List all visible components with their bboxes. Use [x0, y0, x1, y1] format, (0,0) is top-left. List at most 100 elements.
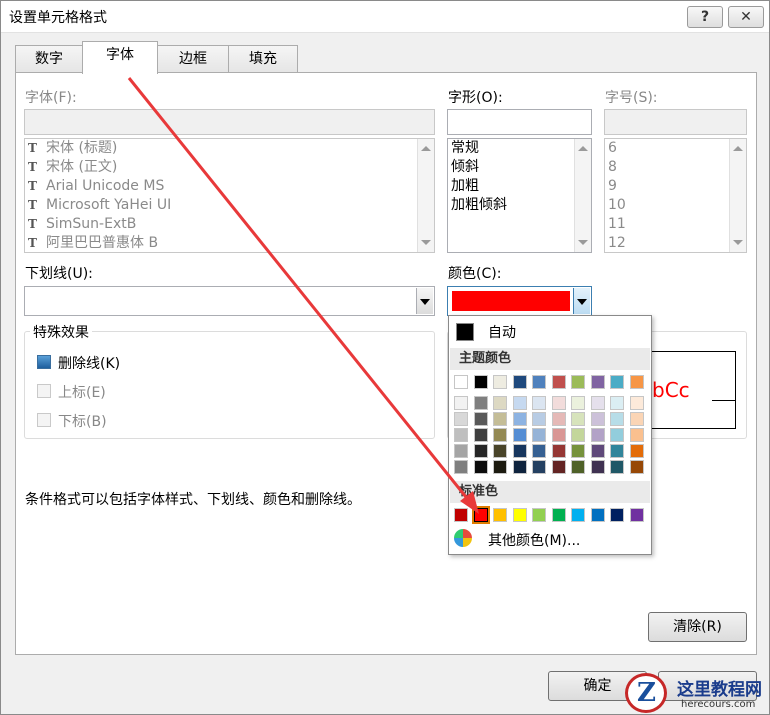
clear-button[interactable]: 清除(R) [648, 612, 747, 642]
theme-shade-swatch[interactable] [590, 428, 605, 442]
theme-shade-swatch[interactable] [551, 444, 566, 458]
standard-color-swatch[interactable] [471, 506, 490, 524]
theme-shade-swatch[interactable] [610, 412, 624, 426]
theme-shade-swatch[interactable] [590, 460, 605, 474]
theme-shade-swatch[interactable] [493, 460, 507, 474]
theme-shade-swatch[interactable] [590, 444, 605, 458]
standard-color-swatch[interactable] [551, 508, 566, 522]
theme-shade-swatch[interactable] [571, 444, 585, 458]
theme-shade-swatch[interactable] [629, 428, 644, 442]
tab-font[interactable]: 字体 [82, 41, 158, 74]
chevron-down-icon[interactable] [573, 288, 590, 314]
list-item[interactable]: 加粗 [448, 177, 591, 196]
style-input[interactable] [447, 109, 592, 135]
standard-color-swatch[interactable] [493, 508, 507, 522]
underline-combo[interactable] [24, 286, 435, 316]
list-item[interactable]: 倾斜 [448, 158, 591, 177]
theme-shade-swatch[interactable] [532, 444, 546, 458]
theme-shade-swatch[interactable] [590, 396, 605, 410]
standard-color-swatch[interactable] [610, 508, 624, 522]
standard-color-swatch[interactable] [512, 508, 527, 522]
theme-shade-swatch[interactable] [512, 396, 527, 410]
strikethrough-checkbox[interactable] [37, 355, 51, 369]
auto-color-label[interactable]: 自动 [488, 322, 516, 342]
theme-color-swatch[interactable] [512, 375, 527, 389]
theme-shade-swatch[interactable] [551, 412, 566, 426]
theme-shade-swatch[interactable] [532, 428, 546, 442]
theme-shade-swatch[interactable] [473, 444, 488, 458]
help-button[interactable]: ? [687, 6, 723, 28]
theme-shade-swatch[interactable] [551, 396, 566, 410]
theme-color-swatch[interactable] [493, 375, 507, 389]
theme-shade-swatch[interactable] [551, 428, 566, 442]
strikethrough-label[interactable]: 删除线(K) [58, 353, 120, 373]
theme-shade-swatch[interactable] [610, 396, 624, 410]
theme-shade-swatch[interactable] [610, 428, 624, 442]
theme-shade-swatch[interactable] [493, 444, 507, 458]
list-item: 9 [608, 178, 617, 194]
theme-shade-swatch[interactable] [571, 412, 585, 426]
theme-color-swatch[interactable] [571, 375, 585, 389]
tab-border[interactable]: 边框 [157, 45, 229, 73]
standard-color-swatch[interactable] [629, 508, 644, 522]
tab-fill[interactable]: 填充 [228, 45, 298, 73]
theme-shade-swatch[interactable] [629, 460, 644, 474]
theme-shade-swatch[interactable] [610, 460, 624, 474]
theme-color-swatch[interactable] [473, 375, 488, 389]
theme-shade-swatch[interactable] [512, 444, 527, 458]
standard-color-swatch[interactable] [532, 508, 546, 522]
list-item[interactable]: 常规 [448, 139, 591, 158]
theme-shade-swatch[interactable] [454, 412, 468, 426]
theme-shade-swatch[interactable] [629, 412, 644, 426]
theme-shade-swatch[interactable] [454, 444, 468, 458]
tab-number[interactable]: 数字 [15, 45, 83, 73]
theme-shade-swatch[interactable] [532, 460, 546, 474]
theme-shade-swatch[interactable] [473, 396, 488, 410]
list-item[interactable]: 加粗倾斜 [448, 196, 591, 215]
chevron-down-icon[interactable] [416, 288, 433, 314]
theme-shade-swatch[interactable] [532, 412, 546, 426]
theme-shade-swatch[interactable] [454, 428, 468, 442]
theme-shade-swatch[interactable] [454, 460, 468, 474]
theme-shade-swatch[interactable] [571, 460, 585, 474]
scroll-down-icon [421, 240, 431, 245]
theme-color-swatch[interactable] [590, 375, 605, 389]
underline-label: 下划线(U): [25, 266, 93, 282]
theme-shade-swatch[interactable] [532, 396, 546, 410]
theme-shade-swatch[interactable] [493, 428, 507, 442]
style-list[interactable]: 常规 倾斜 加粗 加粗倾斜 [447, 138, 592, 253]
theme-shade-swatch[interactable] [629, 444, 644, 458]
auto-color-swatch[interactable] [456, 323, 474, 341]
theme-shade-swatch[interactable] [473, 412, 488, 426]
theme-shade-swatch[interactable] [571, 396, 585, 410]
theme-shade-swatch[interactable] [590, 412, 605, 426]
standard-color-swatch[interactable] [590, 508, 605, 522]
theme-shade-swatch[interactable] [473, 428, 488, 442]
theme-shade-swatch[interactable] [610, 444, 624, 458]
theme-color-swatch[interactable] [610, 375, 624, 389]
standard-color-swatch[interactable] [571, 508, 585, 522]
theme-shade-swatch[interactable] [629, 396, 644, 410]
theme-shade-swatch[interactable] [512, 460, 527, 474]
theme-shade-swatch[interactable] [512, 428, 527, 442]
color-combo[interactable] [447, 286, 592, 316]
theme-color-swatch[interactable] [532, 375, 546, 389]
list-item: 10 [608, 197, 626, 213]
theme-shade-swatch[interactable] [454, 396, 468, 410]
list-item: T Arial Unicode MS [28, 178, 165, 194]
theme-shade-swatch[interactable] [512, 412, 527, 426]
style-list-scrollbar[interactable] [574, 139, 591, 252]
theme-shade-swatch[interactable] [493, 396, 507, 410]
more-colors-option[interactable]: 其他颜色(M)... [488, 530, 580, 550]
size-label: 字号(S): [605, 90, 658, 106]
theme-color-swatch[interactable] [551, 375, 566, 389]
truetype-icon: T [28, 179, 37, 193]
close-button[interactable]: ✕ [728, 6, 764, 28]
theme-shade-swatch[interactable] [493, 412, 507, 426]
theme-shade-swatch[interactable] [551, 460, 566, 474]
theme-color-swatch[interactable] [629, 375, 644, 389]
theme-shade-swatch[interactable] [473, 460, 488, 474]
standard-color-swatch[interactable] [454, 508, 468, 522]
theme-shade-swatch[interactable] [571, 428, 585, 442]
theme-color-swatch[interactable] [454, 375, 468, 389]
